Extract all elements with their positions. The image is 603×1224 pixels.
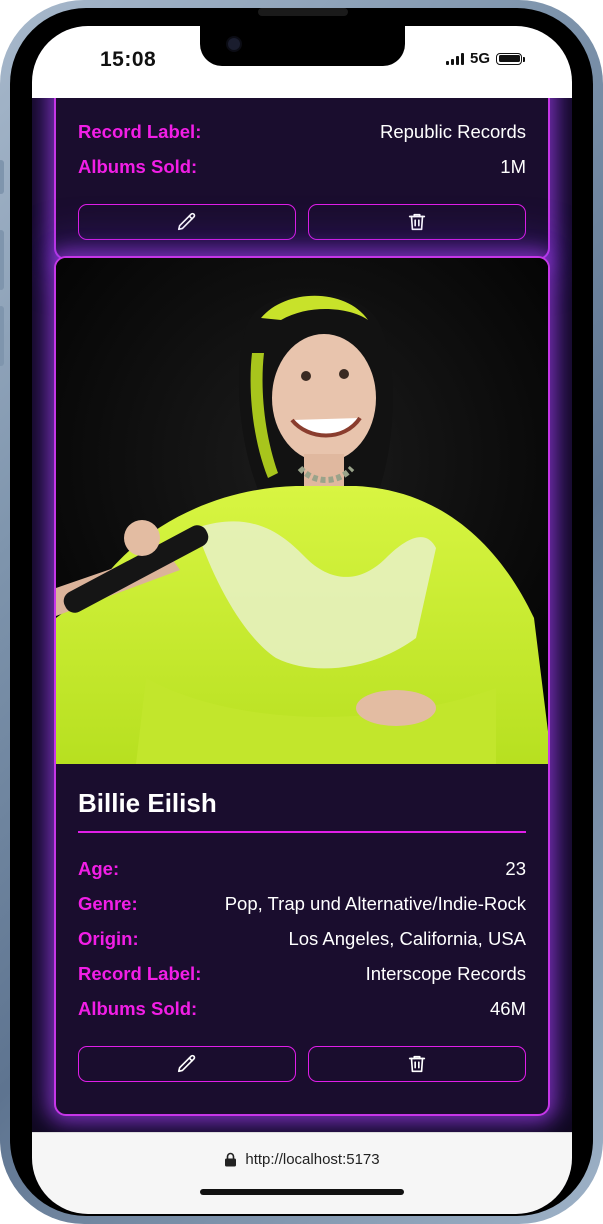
card-body: Billie Eilish Age: 23 Genre: Pop, Trap u… — [56, 764, 548, 1082]
detail-label: Record Label: — [78, 962, 202, 984]
detail-row-record-label: Record Label: Republic Records — [78, 114, 526, 149]
detail-label: Record Label: — [78, 120, 202, 142]
detail-row-albums-sold: Albums Sold: 1M — [78, 149, 526, 184]
detail-label: Albums Sold: — [78, 155, 198, 177]
detail-label: Origin: — [78, 927, 139, 949]
detail-label: Albums Sold: — [78, 997, 198, 1019]
detail-value: 23 — [505, 857, 526, 879]
battery-icon — [496, 52, 525, 65]
signal-icon — [445, 52, 464, 65]
pencil-icon — [177, 212, 196, 231]
artist-photo — [56, 258, 548, 764]
url-text: http://localhost:5173 — [245, 1151, 380, 1168]
notch — [200, 26, 405, 66]
url-display[interactable]: http://localhost:5173 — [32, 1151, 572, 1168]
pencil-icon — [177, 1054, 196, 1073]
detail-value: Los Angeles, California, USA — [288, 927, 526, 949]
detail-row-age: Age: 23 — [78, 851, 526, 886]
earpiece-speaker — [258, 8, 348, 16]
detail-value: 46M — [490, 997, 526, 1019]
status-indicators: 5G — [445, 50, 525, 67]
phone-frame: 15:08 5G Record Label: Republic Records … — [0, 0, 603, 1224]
detail-value: Interscope Records — [365, 962, 526, 984]
network-label: 5G — [469, 50, 490, 67]
artist-name: Billie Eilish — [78, 788, 526, 833]
artist-card: Billie Eilish Age: 23 Genre: Pop, Trap u… — [54, 256, 550, 1116]
detail-row-origin: Origin: Los Angeles, California, USA — [78, 921, 526, 956]
delete-button[interactable] — [308, 1046, 526, 1082]
card-actions — [78, 204, 526, 240]
status-time: 15:08 — [100, 48, 157, 71]
artist-list[interactable]: Record Label: Republic Records Albums So… — [32, 98, 572, 1132]
edit-button[interactable] — [78, 1046, 296, 1082]
detail-row-albums-sold: Albums Sold: 46M — [78, 991, 526, 1026]
card-actions — [78, 1046, 526, 1082]
camera-icon — [226, 36, 242, 52]
phone-screen: 15:08 5G Record Label: Republic Records … — [32, 26, 572, 1214]
volume-up-button — [0, 230, 4, 290]
artist-photo-image — [56, 258, 548, 764]
detail-label: Genre: — [78, 892, 138, 914]
detail-value: Pop, Trap und Alternative/Indie-Rock — [224, 892, 526, 914]
artist-card: Record Label: Republic Records Albums So… — [54, 98, 550, 260]
artist-details: Age: 23 Genre: Pop, Trap und Alternative… — [78, 847, 526, 1026]
edit-button[interactable] — [78, 204, 296, 240]
trash-icon — [408, 213, 426, 231]
detail-value: 1M — [500, 155, 526, 177]
mute-switch — [0, 160, 4, 194]
lock-icon — [225, 1152, 237, 1167]
detail-label: Age: — [78, 857, 120, 879]
detail-value: Republic Records — [379, 120, 526, 142]
home-indicator[interactable] — [200, 1189, 404, 1195]
browser-url-bar[interactable]: http://localhost:5173 — [32, 1132, 572, 1214]
detail-row-record-label: Record Label: Interscope Records — [78, 956, 526, 991]
detail-row-genre: Genre: Pop, Trap und Alternative/Indie-R… — [78, 886, 526, 921]
artist-details: Record Label: Republic Records Albums So… — [78, 114, 526, 184]
delete-button[interactable] — [308, 204, 526, 240]
trash-icon — [408, 1055, 426, 1073]
volume-down-button — [0, 306, 4, 366]
card-body: Record Label: Republic Records Albums So… — [56, 114, 548, 240]
